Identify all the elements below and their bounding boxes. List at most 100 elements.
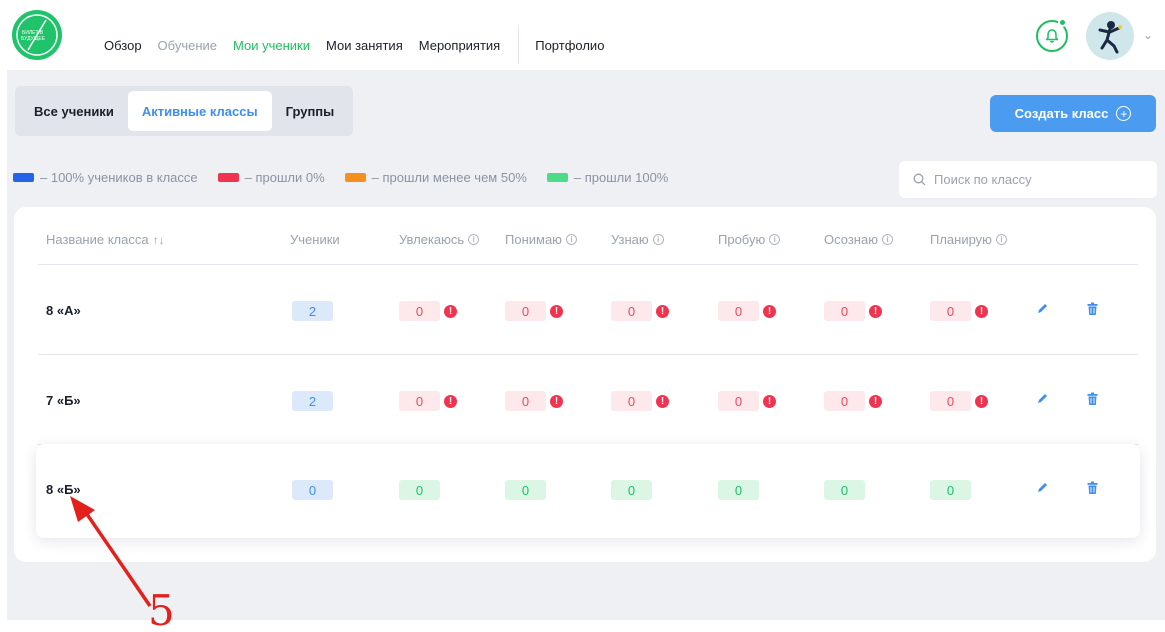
legend-item: – прошли 0% — [217, 170, 325, 185]
sort-icon[interactable]: ↑↓ — [153, 233, 165, 247]
students-cell: 2 — [292, 391, 333, 411]
stage-cell: 0 — [505, 480, 546, 500]
search-input[interactable] — [934, 172, 1134, 187]
stage-cell: 0! — [399, 301, 457, 321]
col-stage: Понимаю i — [505, 232, 577, 247]
trash-icon — [1087, 392, 1098, 405]
col-class-name-label: Название класса — [46, 232, 149, 247]
info-icon[interactable]: i — [565, 234, 577, 245]
col-stage-label: Понимаю — [505, 232, 562, 247]
stage-value-badge: 0 — [505, 391, 546, 411]
alert-icon: ! — [656, 394, 669, 408]
stage-value-badge: 0 — [399, 301, 440, 321]
stage-cell: 0! — [824, 301, 882, 321]
alert-icon: ! — [550, 394, 563, 408]
info-icon[interactable]: i — [468, 234, 480, 245]
legend-swatch-blue — [13, 173, 34, 182]
col-stage: Планирую i — [930, 232, 1007, 247]
info-icon[interactable]: i — [995, 234, 1007, 245]
stage-cell: 0! — [505, 301, 563, 321]
view-tabs: Все ученики Активные классы Группы — [15, 86, 354, 136]
col-students-label: Ученики — [290, 232, 340, 247]
stage-value-badge: 0 — [824, 301, 865, 321]
tab-all-students[interactable]: Все ученики — [20, 91, 128, 131]
search-icon — [913, 173, 926, 186]
stage-cell: 0! — [930, 391, 988, 411]
table-row[interactable]: 8 «Б» 0 0 0 0 0 0 0 — [36, 444, 1140, 538]
col-stage-label: Планирую — [930, 232, 992, 247]
table-header: Название класса ↑↓ Ученики Увлекаюсь i По… — [38, 229, 1138, 265]
edit-button[interactable] — [1036, 302, 1049, 320]
nav-item-my-lessons[interactable]: Мои занятия — [326, 38, 403, 53]
delete-button[interactable] — [1086, 302, 1099, 321]
stage-value-badge: 0 — [399, 391, 440, 411]
alert-icon: ! — [869, 304, 882, 318]
stage-cell: 0 — [399, 480, 440, 500]
class-name[interactable]: 8 «А» — [46, 303, 81, 318]
svg-text:БУДУЩЕЕ: БУДУЩЕЕ — [21, 36, 46, 42]
alert-icon: ! — [444, 304, 457, 318]
nav-item-my-students[interactable]: Мои ученики — [233, 38, 310, 53]
legend: – 100% учеников в классе – прошли 0% – п… — [13, 170, 688, 185]
col-stage-label: Узнаю — [611, 232, 649, 247]
delete-button[interactable] — [1086, 481, 1099, 500]
main-nav: Обзор Обучение Мои ученики Мои занятия М… — [104, 26, 620, 64]
legend-item: – прошли 100% — [546, 170, 668, 185]
class-search — [899, 161, 1157, 198]
classes-table-card: Название класса ↑↓ Ученики Увлекаюсь i По… — [14, 207, 1156, 562]
col-stage: Узнаю i — [611, 232, 664, 247]
legend-swatch-red — [217, 173, 239, 182]
stage-cell: 0! — [611, 391, 669, 411]
nav-item-overview[interactable]: Обзор — [104, 38, 142, 53]
col-class-name[interactable]: Название класса ↑↓ — [46, 232, 165, 247]
nav-item-portfolio[interactable]: Портфолио — [535, 38, 604, 53]
pencil-icon — [1038, 483, 1047, 492]
class-name[interactable]: 8 «Б» — [46, 482, 81, 497]
table-row[interactable]: 7 «Б» 2 0! 0! 0! 0! 0! 0! — [38, 355, 1138, 445]
top-header: БИЛЕТ В БУДУЩЕЕ Обзор Обучение Мои учени… — [0, 0, 1165, 70]
alert-icon: ! — [656, 304, 669, 318]
stage-value-badge: 0 — [611, 301, 652, 321]
legend-label: – прошли 0% — [244, 170, 325, 185]
info-icon[interactable]: i — [652, 234, 664, 245]
tab-active-classes[interactable]: Активные классы — [127, 91, 272, 131]
stage-value-badge: 0 — [399, 480, 440, 500]
stage-value-badge: 0 — [505, 301, 546, 321]
tab-groups[interactable]: Группы — [272, 91, 349, 131]
delete-button[interactable] — [1086, 392, 1099, 411]
edit-button[interactable] — [1036, 481, 1049, 499]
logo[interactable]: БИЛЕТ В БУДУЩЕЕ — [12, 10, 62, 60]
info-icon[interactable]: i — [769, 234, 781, 245]
annotation-label: 5 — [148, 586, 175, 632]
chevron-down-icon[interactable]: ⌄ — [1143, 28, 1153, 42]
create-class-button[interactable]: Создать класс + — [990, 95, 1156, 132]
legend-label: – 100% учеников в классе — [40, 170, 198, 185]
trash-icon — [1087, 302, 1098, 315]
col-stage: Увлекаюсь i — [399, 232, 480, 247]
stage-cell: 0! — [611, 301, 669, 321]
stage-value-badge: 0 — [505, 480, 546, 500]
students-count-badge: 0 — [292, 480, 333, 500]
edit-button[interactable] — [1036, 392, 1049, 410]
class-name[interactable]: 7 «Б» — [46, 393, 81, 408]
legend-item: – 100% учеников в классе — [13, 170, 198, 185]
legend-label: – прошли менее чем 50% — [371, 170, 527, 185]
nav-item-learning[interactable]: Обучение — [158, 38, 217, 53]
stage-cell: 0! — [930, 301, 988, 321]
stage-value-badge: 0 — [930, 391, 971, 411]
avatar[interactable] — [1086, 12, 1134, 60]
plus-circle-icon: + — [1116, 106, 1132, 121]
table-row[interactable]: 8 «А» 2 0! 0! 0! 0! 0! 0! — [38, 265, 1138, 355]
alert-icon: ! — [975, 394, 988, 408]
stage-value-badge: 0 — [824, 391, 865, 411]
logo-icon: БИЛЕТ В БУДУЩЕЕ — [16, 14, 58, 56]
stage-cell: 0 — [824, 480, 865, 500]
col-stage: Осознаю i — [824, 232, 893, 247]
create-class-label: Создать класс — [1014, 106, 1109, 121]
students-count-badge: 2 — [292, 301, 333, 321]
avatar-figure-icon — [1098, 21, 1122, 54]
stage-cell: 0! — [399, 391, 457, 411]
stage-value-badge: 0 — [718, 480, 759, 500]
info-icon[interactable]: i — [881, 234, 893, 245]
nav-item-events[interactable]: Мероприятия — [419, 38, 501, 53]
